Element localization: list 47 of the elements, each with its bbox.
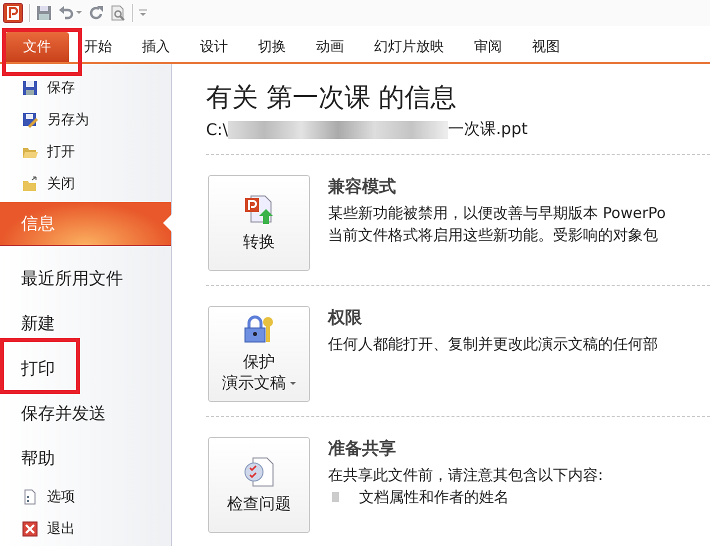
sidebar-item[interactable]: 关闭 [0,168,171,200]
section-heading: 权限 [328,307,363,329]
section-description: 当前文件格式将启用这些新功能。受影响的对象包 [328,225,659,246]
action-button[interactable]: 保护 演示文稿 [208,306,310,402]
save-icon[interactable] [36,5,52,21]
sidebar-item[interactable]: 选项 [0,481,171,513]
ribbon-tab[interactable]: 动画 [301,32,359,62]
ribbon-tab[interactable]: 开始 [69,32,127,62]
sidebar-item[interactable]: 新建 [0,301,171,346]
bullet-icon [332,492,339,502]
sidebar-item[interactable]: 打开 [0,136,171,168]
caret-icon[interactable] [76,11,82,15]
section-description: 任何人都能打开、复制并更改此演示文稿的任何部 [328,334,658,355]
section-description: 在共享此文件前，请注意其包含以下内容: [328,465,604,486]
convert-icon [243,194,275,226]
undo-icon[interactable] [58,5,74,21]
checklist-icon [243,456,275,488]
sidebar-item[interactable]: 打印 [0,346,171,391]
exit-icon [22,521,38,537]
action-button[interactable]: 检查问题 [208,437,310,533]
file-name: 一次课.ppt [448,119,528,140]
ribbon-tab[interactable]: 审阅 [459,32,517,62]
options-icon [22,489,38,505]
ribbon-tab[interactable]: 设计 [185,32,243,62]
ribbon-tab[interactable]: 幻灯片放映 [359,32,459,62]
print-preview-icon[interactable] [110,5,126,21]
sidebar-item[interactable]: 保存 [0,72,171,104]
section-heading: 兼容模式 [328,176,397,198]
file-path: C:\ [206,120,228,139]
save-icon [22,80,38,96]
redo-icon[interactable] [88,5,104,21]
sidebar-item[interactable]: 退出 [0,513,171,545]
action-button[interactable]: 转换 [208,175,310,271]
ribbon-tab[interactable]: 文件 [5,32,69,62]
customize-menu-icon[interactable] [139,9,147,17]
section-description: 某些新功能被禁用，以便改善与早期版本 PowerPo [328,203,666,224]
sidebar-item[interactable]: 保存并发送 [0,391,171,436]
sidebar-item[interactable]: 另存为 [0,104,171,136]
app-logo-icon [3,3,23,23]
ribbon-tab[interactable]: 插入 [127,32,185,62]
sidebar-item[interactable]: 最近所用文件 [0,256,171,301]
section-heading: 准备共享 [328,438,397,460]
bullet-text: 文档属性和作者的姓名 [359,487,509,508]
ribbon-tab[interactable]: 切换 [243,32,301,62]
ribbon-tab[interactable]: 视图 [517,32,575,62]
info-title: 有关 第一次课 的信息 [206,82,458,115]
sidebar-item[interactable]: 帮助 [0,436,171,481]
